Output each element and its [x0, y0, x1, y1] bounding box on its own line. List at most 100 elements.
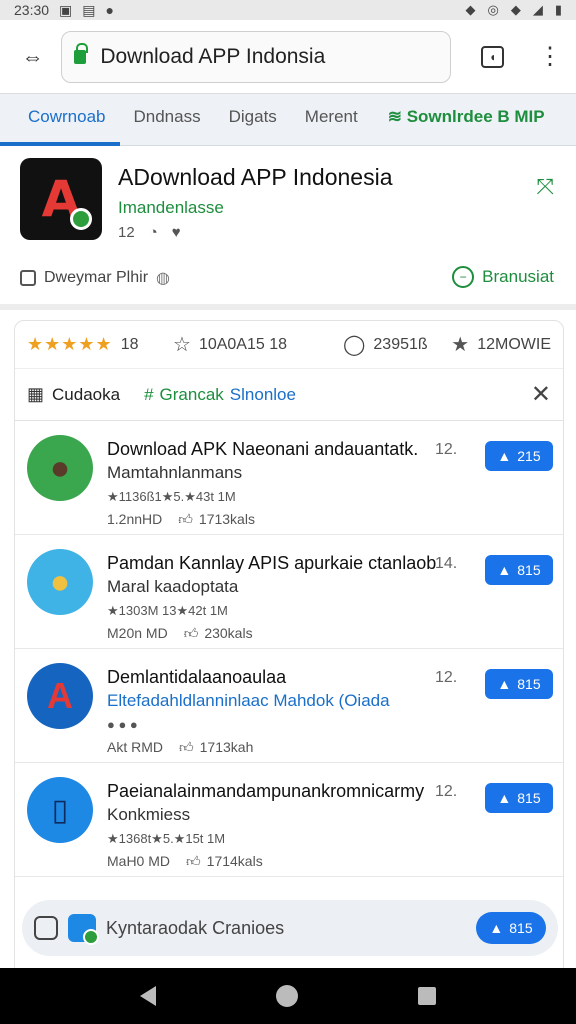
location-icon: ◆: [465, 2, 476, 17]
comment-count: 23951ß: [373, 335, 428, 353]
close-icon[interactable]: ✕: [531, 380, 551, 409]
tab-digats[interactable]: Digats: [201, 94, 277, 146]
app-card: A ADownload APP Indonesia Imandenlasse 1…: [0, 146, 576, 310]
item-rating: ★1368t★5.★15t 1M: [107, 831, 226, 846]
person-icon: ●: [49, 448, 71, 487]
avatar: ▯: [27, 777, 93, 843]
filter-row: ▦ Cudaoka # Grancak Slnonloe ✕: [15, 369, 563, 421]
person-icon: ●: [49, 562, 71, 601]
recents-icon[interactable]: [418, 987, 436, 1005]
app-thumbnail: [68, 914, 99, 945]
like-button[interactable]: ▲ 215: [485, 441, 553, 471]
rating-count: 18: [120, 335, 139, 353]
like-button[interactable]: ▲ 815: [485, 669, 553, 699]
item-number: 12.: [435, 441, 458, 458]
filter-label[interactable]: Cudaoka: [52, 385, 120, 405]
like-count: 815: [517, 562, 541, 578]
tabs-button[interactable]: ◖: [481, 45, 504, 68]
grid-icon[interactable]: ▦: [27, 384, 44, 405]
back-arrow-icon[interactable]: ⇔: [14, 44, 51, 70]
comment-icon: ◯: [343, 334, 366, 356]
avatar: ●: [27, 549, 93, 615]
tab-promo[interactable]: ≋ Sownlrdee B MIP: [358, 94, 545, 146]
like-button[interactable]: ▲ 815: [485, 555, 553, 585]
star-filled-icon: ★: [451, 334, 470, 356]
item-title: Demlantidalaanoaulaa: [107, 667, 287, 687]
developer-name: Dweymar Plhir: [44, 269, 149, 286]
favorite-count: 12MOWIE: [477, 335, 551, 353]
item-likes: 1713kals: [198, 511, 255, 527]
filter-blue-text[interactable]: Slnonloe: [230, 385, 296, 405]
address-bar[interactable]: Download APP Indonsia: [61, 30, 452, 83]
item-size: Akt RMD: [107, 739, 163, 755]
item-number: 12.: [435, 783, 458, 800]
tab-merent[interactable]: Merent: [277, 94, 358, 146]
item-subtitle: Konkmiess: [107, 805, 191, 824]
device-icon: [20, 270, 36, 286]
rating-stat: ★★★★★ 18: [27, 334, 173, 355]
item-subtitle: Maral kaadoptata: [107, 577, 239, 596]
star-stat[interactable]: ☆ 10A0A15 18: [173, 332, 343, 357]
bottom-download-bar[interactable]: Kyntaraodak Cranioes ▲ 815: [22, 900, 558, 956]
list-item[interactable]: ▯ Paeianalainmandampunankromnicarmy 12. …: [15, 763, 563, 877]
item-meta: MaH0 MD 👍︎ 1714kals: [107, 853, 263, 870]
list-item[interactable]: ● Pamdan Kannlay APIS apurkaie ctanlaob …: [15, 535, 563, 649]
avatar: A: [27, 663, 93, 729]
app-subtitle[interactable]: Imandenlasse: [118, 198, 224, 218]
tab-dndnass[interactable]: Dndnass: [106, 94, 201, 146]
item-title: Pamdan Kannlay APIS apurkaie ctanlaob: [107, 553, 437, 573]
bottom-bar-text: Kyntaraodak Cranioes: [106, 917, 285, 938]
results-panel: ★★★★★ 18 ☆ 10A0A15 18 ◯ 23951ß ★ 12MOWIE…: [14, 320, 564, 980]
star-stat-label: 10A0A15 18: [198, 335, 288, 353]
item-emoji-row: ● ● ●: [107, 717, 138, 732]
globe-icon: ◍: [156, 270, 170, 287]
thumb-icon: 👍︎: [183, 625, 199, 641]
filter-green-text[interactable]: Grancak: [160, 385, 224, 405]
list-item[interactable]: ● Download APK Naeonani andauantatk. 12.…: [15, 421, 563, 535]
app-title: ADownload APP Indonesia: [118, 164, 393, 190]
status-time: 23:30: [14, 2, 50, 18]
hash-icon: #: [144, 384, 154, 404]
developer-row[interactable]: Dweymar Plhir ◍: [20, 268, 170, 288]
wifi-icon: ◆: [510, 2, 521, 17]
back-icon[interactable]: [140, 986, 156, 1006]
home-icon[interactable]: [276, 985, 298, 1007]
favorite-stat[interactable]: ★ 12MOWIE: [451, 332, 551, 357]
signal-icon: ◢: [532, 2, 543, 17]
item-size: 1.2nnHD: [107, 511, 163, 527]
bottom-like-count: 815: [509, 920, 533, 936]
item-meta: Akt RMD 👍︎ 1713kah: [107, 739, 253, 756]
dot-icon: ●: [105, 2, 114, 18]
star-outline-icon: ☆: [173, 334, 191, 356]
tab-promo-label: Sownlrdee B MIP: [406, 106, 545, 126]
item-subtitle: Mamtahnlanmans: [107, 463, 243, 482]
wifi-promo-icon: ≋: [387, 106, 402, 126]
browser-toolbar: ⇔ Download APP Indonsia ◖ ⋮: [0, 20, 576, 94]
phone-icon: ▯: [51, 793, 69, 827]
tab-cowrnoab[interactable]: Cowrnoab: [0, 94, 120, 146]
item-meta: 1.2nnHD 👍︎ 1713kals: [107, 511, 255, 528]
item-subtitle: Eltefadahldlanninlaac Mahdok (Oiada: [107, 691, 390, 710]
rating-stars: ★★★★★: [27, 334, 113, 354]
share-icon[interactable]: ⤧: [536, 174, 554, 200]
item-rating: ★1136ß1★5.★43t 1M: [107, 489, 236, 504]
lock-icon: [74, 42, 89, 64]
install-link[interactable]: − Branusiat: [452, 266, 554, 288]
app-logo[interactable]: A: [20, 158, 102, 240]
item-size: MaH0 MD: [107, 853, 171, 869]
list-item[interactable]: A Demlantidalaanoaulaa 12. Eltefadahldla…: [15, 649, 563, 763]
app-a-icon: A: [47, 675, 73, 716]
install-label: Branusiat: [482, 267, 554, 286]
thumbs-up-icon: ▲: [489, 920, 504, 936]
item-likes: 1714kals: [206, 853, 263, 869]
alarm-icon: ◎: [487, 2, 499, 17]
overflow-menu-icon[interactable]: ⋮: [538, 44, 562, 69]
like-button[interactable]: ▲ 815: [485, 783, 553, 813]
camera-icon[interactable]: [34, 916, 58, 940]
thumbs-up-icon: ▲: [497, 676, 512, 692]
address-text: Download APP Indonsia: [100, 44, 326, 68]
bottom-like-button[interactable]: ▲ 815: [476, 912, 546, 944]
comment-stat[interactable]: ◯ 23951ß: [343, 332, 451, 357]
like-count: 815: [517, 676, 541, 692]
like-count: 215: [517, 448, 541, 464]
